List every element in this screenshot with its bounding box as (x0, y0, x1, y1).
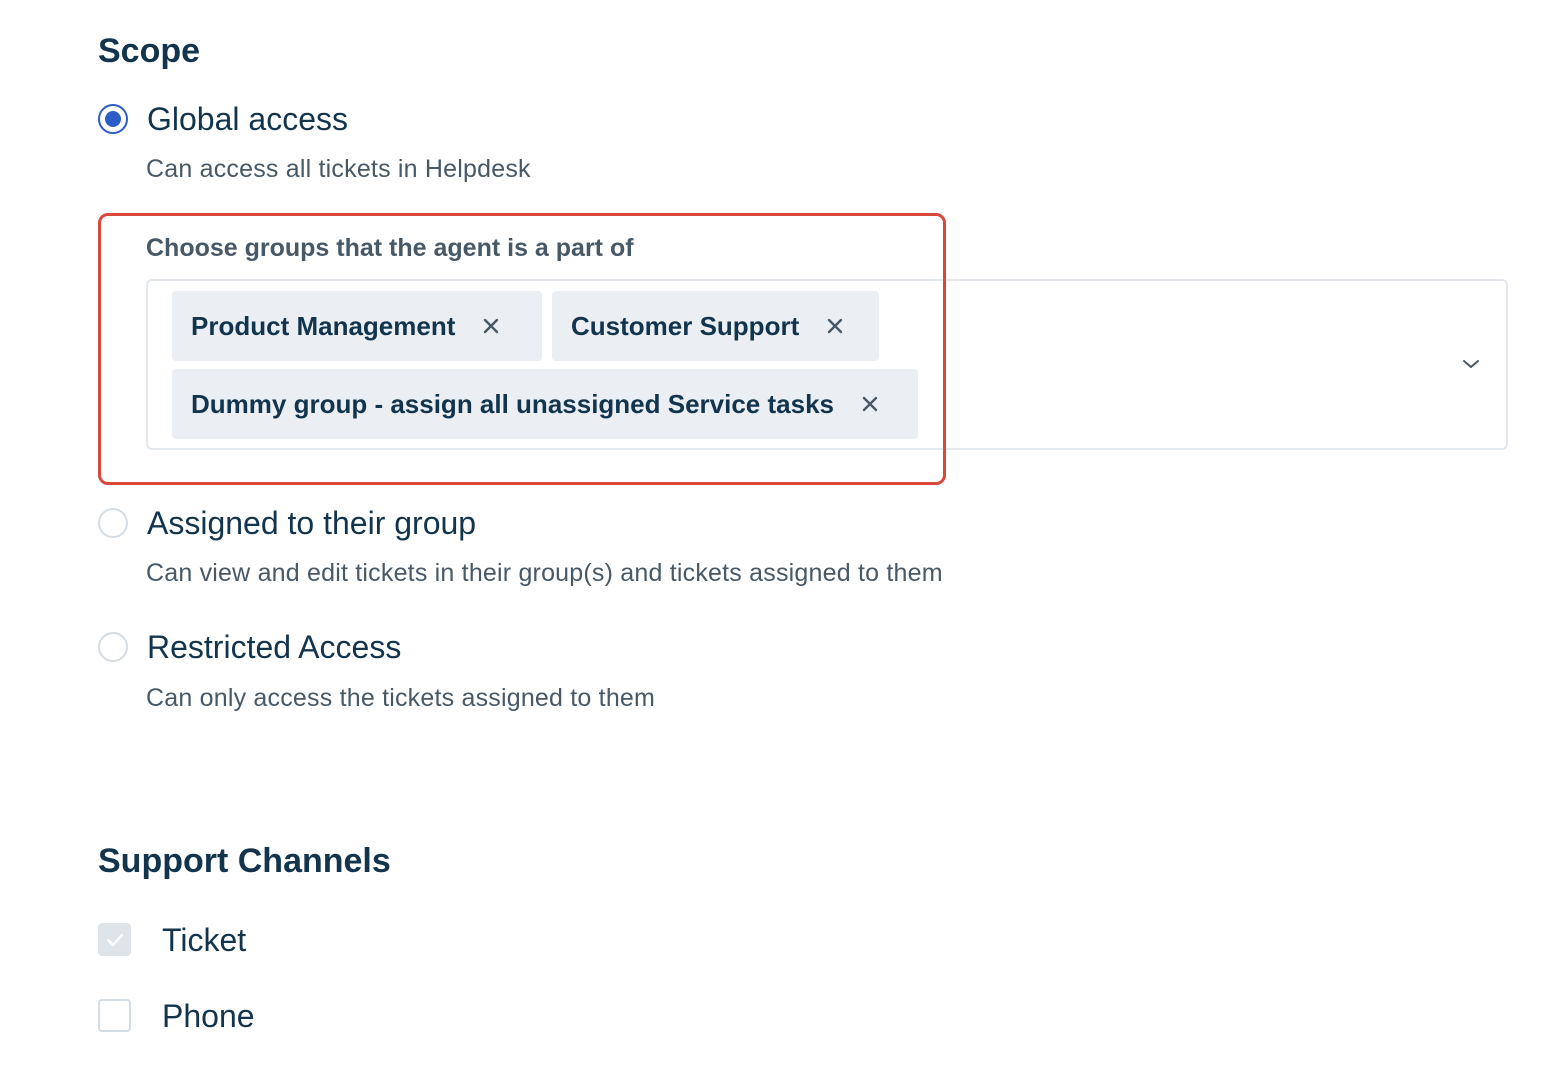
group-chip-dummy-group: Dummy group - assign all unassigned Serv… (172, 369, 918, 439)
restricted-access-description: Can only access the tickets assigned to … (146, 684, 656, 712)
radio-assigned-to-group[interactable]: Assigned to their group (98, 507, 476, 539)
checkbox-ticket[interactable] (98, 923, 131, 956)
scope-title: Scope (98, 32, 201, 70)
radio-label-restricted-access: Restricted Access (147, 629, 402, 665)
group-chip-product-management: Product Management (172, 291, 542, 361)
radio-label-global-access: Global access (147, 101, 348, 137)
checkbox-row-phone[interactable]: Phone (98, 999, 255, 1032)
radio-button-unchecked[interactable] (98, 508, 128, 538)
radio-label-assigned-to-group: Assigned to their group (147, 505, 477, 541)
global-access-description: Can access all tickets in Helpdesk (146, 155, 531, 183)
checkbox-label-phone: Phone (162, 997, 255, 1034)
check-icon (106, 933, 123, 946)
chevron-down-icon[interactable] (1460, 353, 1482, 375)
checkbox-phone[interactable] (98, 999, 131, 1032)
close-icon[interactable] (858, 392, 882, 416)
checkbox-row-ticket[interactable]: Ticket (98, 923, 246, 956)
radio-restricted-access[interactable]: Restricted Access (98, 631, 401, 663)
group-chip-label: Customer Support (571, 311, 800, 341)
groups-multiselect[interactable]: Product Management Customer Support Dumm… (146, 279, 1508, 450)
close-icon[interactable] (823, 314, 847, 338)
assigned-to-group-description: Can view and edit tickets in their group… (146, 559, 943, 587)
group-chip-label: Product Management (191, 311, 456, 341)
checkbox-label-ticket: Ticket (162, 921, 247, 958)
support-channels-title: Support Channels (98, 842, 391, 880)
groups-label: Choose groups that the agent is a part o… (146, 234, 634, 262)
group-chip-label: Dummy group - assign all unassigned Serv… (191, 389, 834, 419)
close-icon[interactable] (479, 314, 503, 338)
radio-global-access[interactable]: Global access (98, 103, 348, 135)
radio-button-checked[interactable] (98, 104, 128, 134)
radio-button-unchecked[interactable] (98, 632, 128, 662)
group-chip-customer-support: Customer Support (552, 291, 879, 361)
